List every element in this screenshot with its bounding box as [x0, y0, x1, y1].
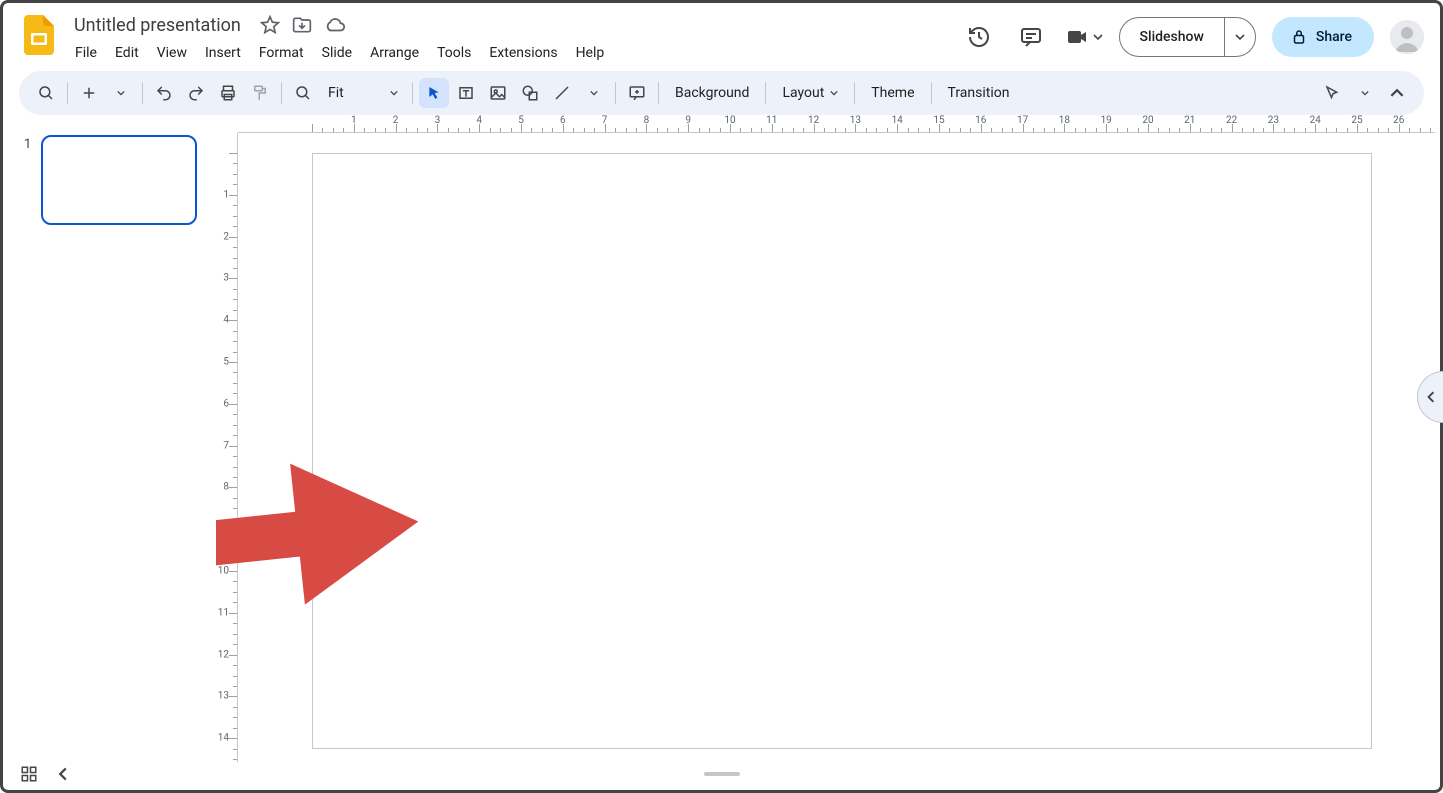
star-icon[interactable] [260, 15, 280, 35]
app-header: Untitled presentation File Edit View Ins… [3, 3, 1440, 67]
menu-format[interactable]: Format [251, 41, 312, 65]
slide-thumbnail[interactable] [41, 135, 197, 225]
transition-button[interactable]: Transition [938, 78, 1020, 108]
line-dropdown[interactable] [579, 78, 609, 108]
slide-number: 1 [24, 135, 31, 225]
slide-thumb-row: 1 [24, 135, 204, 225]
print-button[interactable] [213, 78, 243, 108]
header-actions: Slideshow Share [961, 11, 1424, 57]
zoom-tool-button[interactable] [288, 78, 318, 108]
menu-extensions[interactable]: Extensions [481, 41, 565, 65]
toolbar-separator [658, 82, 659, 104]
bottom-bar [6, 761, 1437, 787]
comments-icon[interactable] [1013, 19, 1049, 55]
menu-edit[interactable]: Edit [107, 41, 147, 65]
slides-logo[interactable] [19, 15, 59, 55]
menu-file[interactable]: File [67, 41, 105, 65]
undo-button[interactable] [149, 78, 179, 108]
paint-format-button[interactable] [245, 78, 275, 108]
filmstrip: 1 [6, 115, 216, 762]
editing-mode-button[interactable] [1318, 78, 1348, 108]
layout-label: Layout [782, 85, 824, 101]
menu-arrange[interactable]: Arrange [362, 41, 427, 65]
toolbar: Fit Background Layout Theme Transition [19, 71, 1424, 115]
shape-button[interactable] [515, 78, 545, 108]
menu-insert[interactable]: Insert [197, 41, 249, 65]
layout-button[interactable]: Layout [772, 78, 848, 108]
grid-view-icon[interactable] [20, 765, 38, 783]
background-button[interactable]: Background [665, 78, 759, 108]
share-label: Share [1316, 29, 1352, 45]
toolbar-separator [615, 82, 616, 104]
menu-help[interactable]: Help [568, 41, 613, 65]
share-button[interactable]: Share [1272, 17, 1374, 57]
select-tool-button[interactable] [419, 78, 449, 108]
slide-canvas[interactable] [312, 153, 1372, 749]
line-button[interactable] [547, 78, 577, 108]
toolbar-separator [412, 82, 413, 104]
zoom-level-select[interactable]: Fit [320, 78, 406, 108]
slideshow-button-group: Slideshow [1119, 17, 1256, 57]
join-call-button[interactable] [1065, 25, 1103, 49]
toolbar-separator [281, 82, 282, 104]
document-title[interactable]: Untitled presentation [67, 12, 248, 39]
move-icon[interactable] [292, 15, 312, 35]
redo-button[interactable] [181, 78, 211, 108]
menu-bar: File Edit View Insert Format Slide Arran… [67, 39, 961, 65]
menu-tools[interactable]: Tools [429, 41, 479, 65]
canvas-area: 1234567891011121314151617181920212223242… [216, 115, 1437, 762]
search-menus-button[interactable] [31, 78, 61, 108]
toolbar-separator [931, 82, 932, 104]
main-area: 1 12345678910111213141516171819202122232… [6, 115, 1437, 762]
menu-view[interactable]: View [149, 41, 195, 65]
menu-slide[interactable]: Slide [314, 41, 360, 65]
title-area: Untitled presentation File Edit View Ins… [67, 11, 961, 65]
new-slide-button[interactable] [74, 78, 104, 108]
insert-image-button[interactable] [483, 78, 513, 108]
cloud-status-icon[interactable] [324, 14, 346, 36]
collapse-filmstrip-icon[interactable] [56, 767, 70, 781]
toolbar-separator [765, 82, 766, 104]
zoom-level-label: Fit [328, 85, 344, 101]
new-slide-dropdown[interactable] [106, 78, 136, 108]
vertical-ruler[interactable]: 123456789101112131415 [216, 133, 238, 762]
hide-menus-button[interactable] [1382, 78, 1412, 108]
theme-button[interactable]: Theme [861, 78, 924, 108]
horizontal-ruler[interactable]: 1234567891011121314151617181920212223242… [238, 115, 1435, 133]
editing-mode-dropdown[interactable] [1350, 78, 1380, 108]
account-avatar[interactable] [1390, 20, 1424, 54]
slideshow-dropdown[interactable] [1224, 18, 1255, 56]
toolbar-separator [854, 82, 855, 104]
speaker-notes-handle[interactable] [704, 772, 740, 776]
insert-comment-button[interactable] [622, 78, 652, 108]
textbox-button[interactable] [451, 78, 481, 108]
slideshow-button[interactable]: Slideshow [1120, 18, 1224, 56]
toolbar-separator [67, 82, 68, 104]
history-icon[interactable] [961, 19, 997, 55]
toolbar-separator [142, 82, 143, 104]
